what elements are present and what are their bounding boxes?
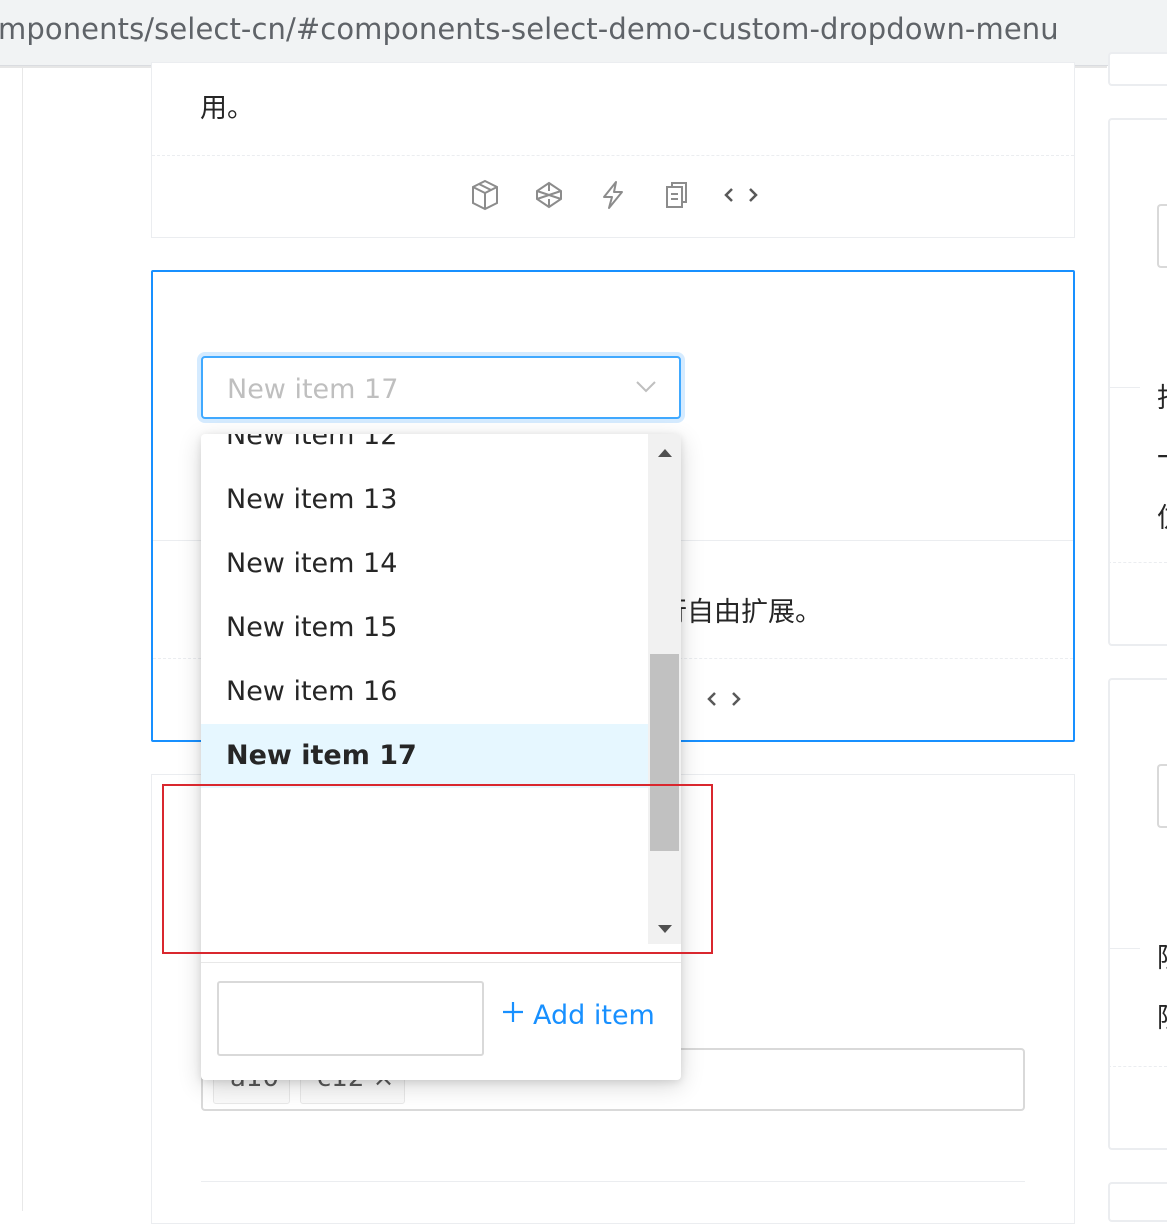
demo-actions xyxy=(453,175,773,215)
right-divider xyxy=(1108,1066,1167,1067)
select-value: New item 17 xyxy=(227,374,399,405)
dropdown-divider xyxy=(201,962,681,963)
dropdown-option[interactable]: New item 15 xyxy=(201,596,648,660)
dropdown-option[interactable]: New item 14 xyxy=(201,532,648,596)
highlight-box xyxy=(162,784,713,954)
demo-description: 用。 xyxy=(200,93,254,124)
codepen-icon[interactable] xyxy=(517,175,581,215)
right-divider xyxy=(1110,387,1140,388)
dropdown-option-selected[interactable]: New item 17 xyxy=(201,724,648,788)
codesandbox-icon[interactable] xyxy=(453,175,517,215)
url-text[interactable]: mponents/select-cn/#components-select-de… xyxy=(0,12,1059,46)
copy-icon[interactable] xyxy=(645,175,709,215)
demo-divider xyxy=(201,1181,1025,1182)
dropdown-option[interactable]: New item 16 xyxy=(201,660,648,724)
right-demo-card xyxy=(1108,1182,1167,1222)
scroll-up-icon[interactable] xyxy=(648,436,681,470)
right-text: 拄 xyxy=(1157,376,1167,415)
demo-description: 行自由扩展。 xyxy=(660,597,822,628)
add-item-label: Add item xyxy=(533,1000,655,1031)
expand-code-icon[interactable] xyxy=(709,175,773,215)
demo-divider xyxy=(152,155,1074,156)
right-divider xyxy=(1108,562,1167,563)
right-text: 阪 xyxy=(1157,996,1167,1035)
new-item-input[interactable] xyxy=(217,981,484,1056)
right-demo-card xyxy=(1108,678,1167,1150)
right-text: 一 xyxy=(1157,436,1167,475)
add-item-button[interactable]: Add item xyxy=(501,1000,655,1031)
dropdown-option[interactable]: New item 12 xyxy=(201,434,648,468)
right-demo-select[interactable] xyxy=(1157,204,1167,268)
expand-code-icon[interactable] xyxy=(692,679,756,719)
thunderbolt-icon[interactable] xyxy=(581,175,645,215)
plus-icon xyxy=(501,1000,525,1031)
select-dropdown-menu: New item 12 New item 13 New item 14 New … xyxy=(201,434,681,1080)
custom-dropdown-select[interactable]: New item 17 xyxy=(201,356,681,419)
dropdown-option[interactable]: New item 13 xyxy=(201,468,648,532)
browser-address-bar[interactable]: mponents/select-cn/#components-select-de… xyxy=(0,0,1167,66)
sidebar-border xyxy=(22,68,23,1211)
right-demo-card xyxy=(1108,52,1167,86)
chevron-down-icon xyxy=(635,378,657,398)
right-text: 阪 xyxy=(1157,936,1167,975)
right-demo-select[interactable] xyxy=(1157,764,1167,828)
right-divider xyxy=(1110,948,1140,949)
right-text: 仿 xyxy=(1157,496,1167,535)
